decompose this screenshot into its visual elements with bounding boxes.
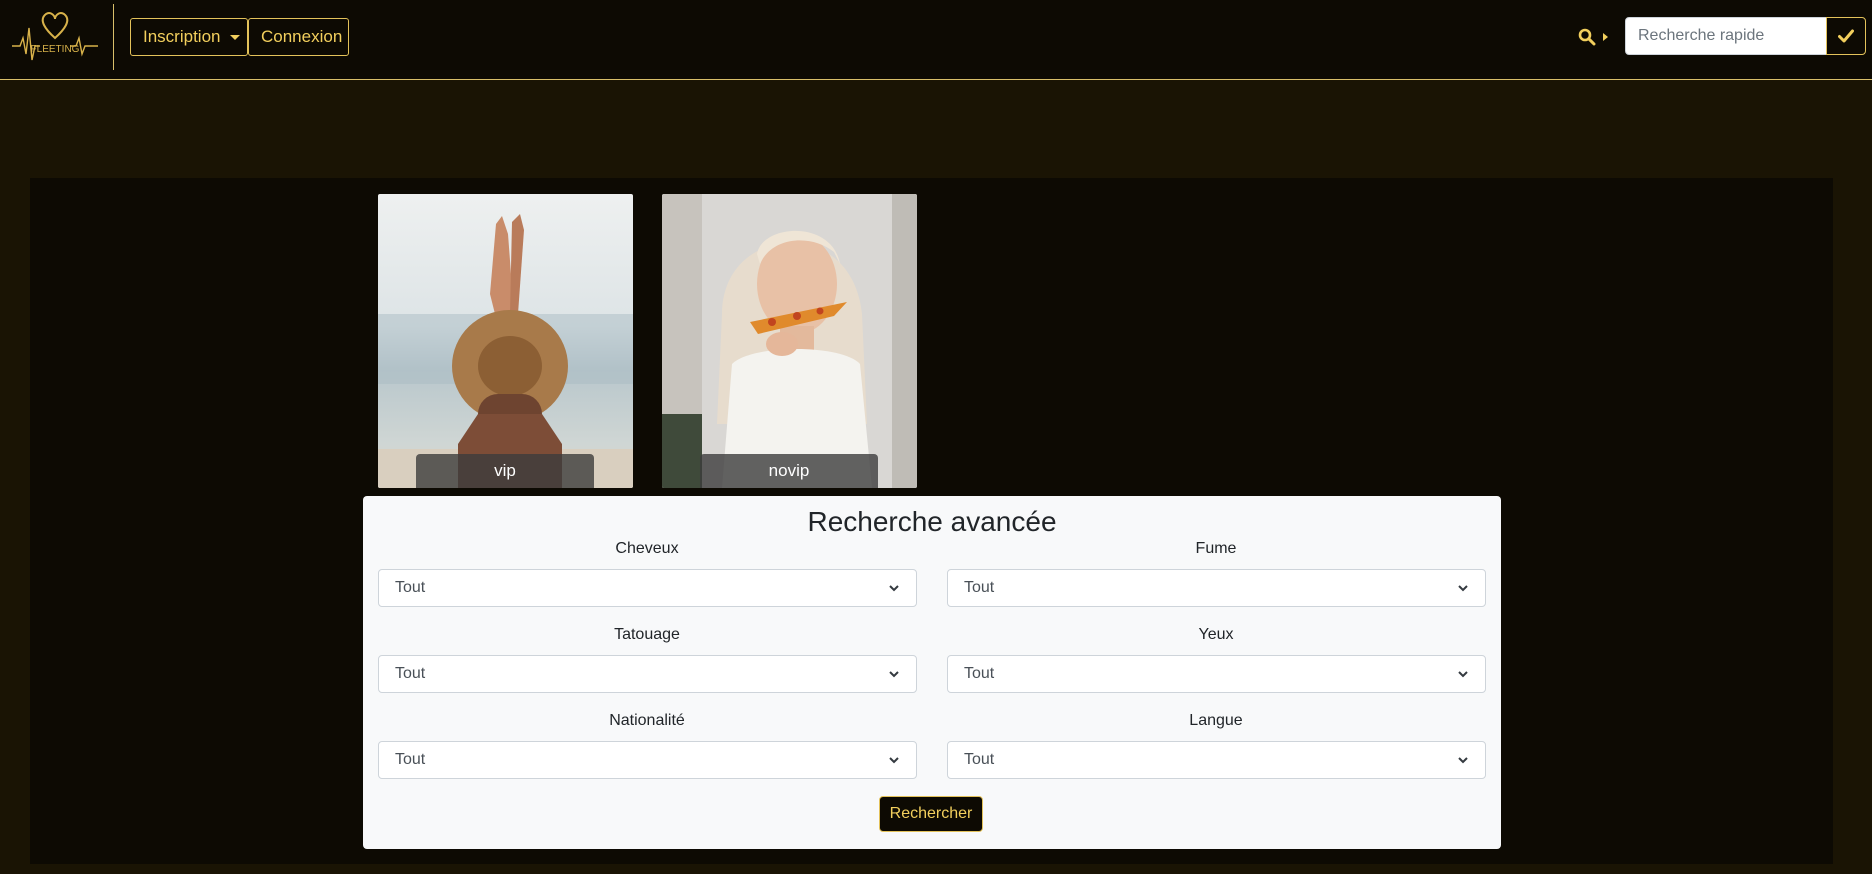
profile-photo-pizza: [662, 194, 917, 488]
yeux-select[interactable]: Tout: [947, 655, 1486, 693]
inscription-label: Inscription: [143, 27, 221, 46]
search-icon: [1578, 28, 1596, 46]
fume-label: Fume: [1195, 540, 1237, 557]
nationalite-select[interactable]: Tout: [378, 741, 917, 779]
nationalite-label: Nationalité: [609, 712, 685, 729]
quick-search-input[interactable]: [1625, 17, 1828, 55]
chevron-down-icon: [889, 757, 899, 764]
cheveux-select[interactable]: Tout: [378, 569, 917, 607]
tatouage-select[interactable]: Tout: [378, 655, 917, 693]
logo-divider: [113, 4, 114, 70]
chevron-down-icon: [1458, 671, 1468, 678]
top-navbar: FLEETING Inscription Connexion: [0, 0, 1872, 80]
rechercher-button[interactable]: Rechercher: [879, 796, 983, 832]
card-label: vip: [416, 454, 594, 488]
profile-photo-beach: [378, 194, 633, 488]
fume-select[interactable]: Tout: [947, 569, 1486, 607]
logo-wordmark: FLEETING: [31, 44, 80, 55]
quick-search-submit-button[interactable]: [1826, 17, 1866, 55]
fleeting-logo[interactable]: FLEETING: [10, 8, 100, 72]
caret-right-icon: [1603, 33, 1608, 41]
cheveux-value: Tout: [395, 579, 426, 596]
cheveux-label: Cheveux: [615, 540, 679, 557]
advanced-search-form: Recherche avancée Cheveux Tout Fume Tout…: [363, 496, 1501, 849]
chevron-down-icon: [889, 585, 899, 592]
chevron-down-icon: [1458, 585, 1468, 592]
caret-down-icon: [230, 34, 241, 40]
search-toggle[interactable]: [1578, 26, 1612, 48]
connexion-button[interactable]: Connexion: [248, 18, 349, 56]
tatouage-value: Tout: [395, 665, 426, 682]
advanced-search-title: Recherche avancée: [807, 506, 1057, 537]
langue-label: Langue: [1189, 712, 1243, 729]
langue-select[interactable]: Tout: [947, 741, 1486, 779]
check-icon: [1838, 29, 1854, 43]
nationalite-value: Tout: [395, 751, 426, 768]
card-label: novip: [700, 454, 878, 488]
langue-value: Tout: [964, 751, 995, 768]
profile-card-vip[interactable]: vip: [378, 194, 633, 488]
fume-value: Tout: [964, 579, 995, 596]
profile-card-novip[interactable]: novip: [662, 194, 917, 488]
connexion-label: Connexion: [261, 27, 343, 46]
yeux-label: Yeux: [1198, 626, 1234, 643]
yeux-value: Tout: [964, 665, 995, 682]
chevron-down-icon: [889, 671, 899, 678]
chevron-down-icon: [1458, 757, 1468, 764]
inscription-dropdown-button[interactable]: Inscription: [130, 18, 248, 56]
tatouage-label: Tatouage: [614, 626, 680, 643]
